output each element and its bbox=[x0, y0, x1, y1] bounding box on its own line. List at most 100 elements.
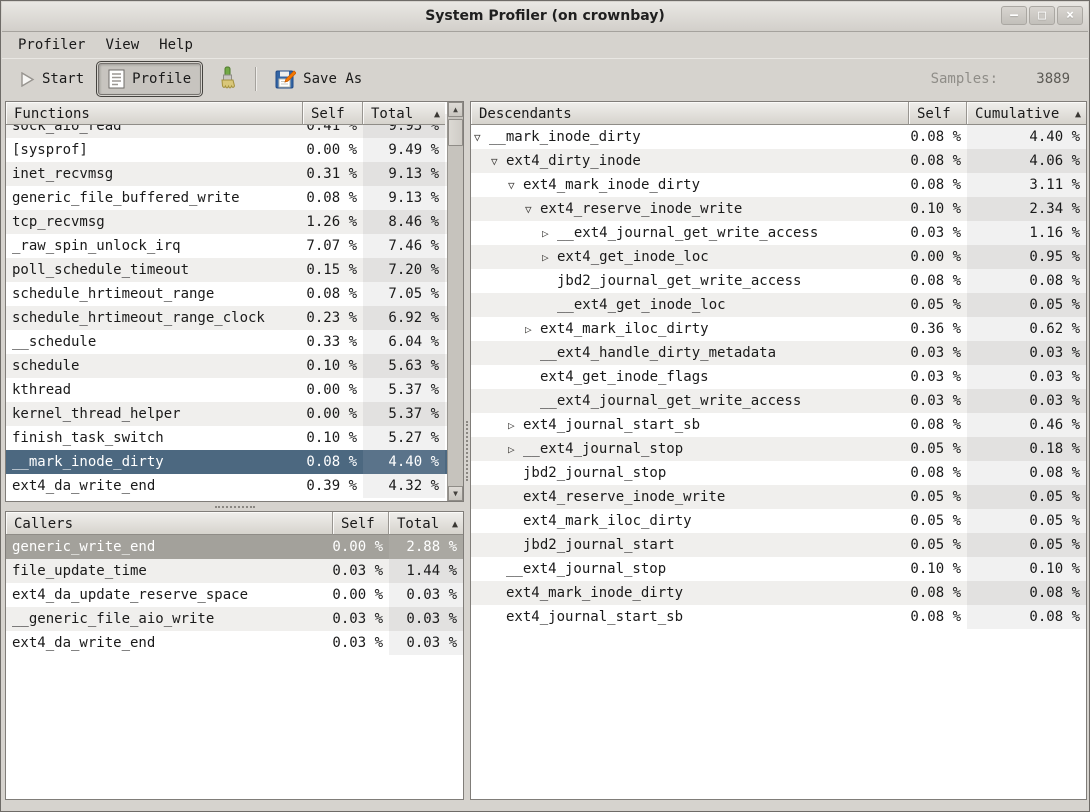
table-row[interactable]: ext4_get_inode_flags0.03 %0.03 % bbox=[471, 365, 1086, 389]
save-as-button[interactable]: Save As bbox=[267, 65, 370, 94]
table-row[interactable]: ext4_da_update_reserve_space0.00 %0.03 % bbox=[6, 583, 463, 607]
function-name: schedule_hrtimeout_range bbox=[12, 286, 214, 302]
table-row[interactable]: ▽ext4_dirty_inode0.08 %4.06 % bbox=[471, 149, 1086, 173]
table-row[interactable]: __ext4_journal_stop0.10 %0.10 % bbox=[471, 557, 1086, 581]
cell-self: 0.00 % bbox=[303, 138, 363, 162]
descendants-rows: ▽__mark_inode_dirty0.08 %4.40 %▽ext4_dir… bbox=[471, 125, 1086, 629]
table-row[interactable]: ▷__ext4_journal_get_write_access0.03 %1.… bbox=[471, 221, 1086, 245]
table-row[interactable]: ext4_da_write_end0.39 %4.32 % bbox=[6, 474, 447, 498]
cell-self: 0.08 % bbox=[303, 186, 363, 210]
table-row[interactable]: kernel_thread_helper0.00 %5.37 % bbox=[6, 402, 447, 426]
table-row[interactable]: __mark_inode_dirty0.08 %4.40 % bbox=[6, 450, 447, 474]
scrollbar-thumb[interactable] bbox=[448, 119, 463, 146]
menu-view[interactable]: View bbox=[95, 34, 149, 56]
cell-self: 7.07 % bbox=[303, 234, 363, 258]
cell-self: 0.00 % bbox=[303, 402, 363, 426]
table-row[interactable]: inet_recvmsg0.31 %9.13 % bbox=[6, 162, 447, 186]
maximize-button[interactable]: □ bbox=[1029, 6, 1055, 25]
cell-self: 0.08 % bbox=[909, 461, 967, 485]
table-row[interactable]: [sysprof]0.00 %9.49 % bbox=[6, 138, 447, 162]
profile-toggle-button[interactable]: Profile bbox=[98, 63, 201, 95]
table-row[interactable]: tcp_recvmsg1.26 %8.46 % bbox=[6, 210, 447, 234]
function-name: generic_file_buffered_write bbox=[12, 190, 240, 206]
table-row[interactable]: ext4_mark_inode_dirty0.08 %0.08 % bbox=[471, 581, 1086, 605]
expander-collapsed-icon[interactable]: ▷ bbox=[508, 443, 523, 456]
cell-total: 6.92 % bbox=[363, 306, 445, 330]
table-row[interactable]: ▽__mark_inode_dirty0.08 %4.40 % bbox=[471, 125, 1086, 149]
cell-self: 0.00 % bbox=[303, 378, 363, 402]
function-name: __ext4_journal_get_write_access bbox=[540, 393, 801, 409]
column-header-total[interactable]: Total▲ bbox=[363, 102, 445, 125]
cell-cumulative: 0.05 % bbox=[967, 533, 1086, 557]
expander-collapsed-icon[interactable]: ▷ bbox=[542, 227, 557, 240]
table-row[interactable]: jbd2_journal_start0.05 %0.05 % bbox=[471, 533, 1086, 557]
cell-self: 0.15 % bbox=[303, 258, 363, 282]
start-label: Start bbox=[42, 71, 84, 87]
menu-help[interactable]: Help bbox=[149, 34, 203, 56]
app-window: System Profiler (on crownbay) – □ × Prof… bbox=[0, 0, 1090, 812]
table-row[interactable]: schedule0.10 %5.63 % bbox=[6, 354, 447, 378]
table-row[interactable]: ext4_mark_iloc_dirty0.05 %0.05 % bbox=[471, 509, 1086, 533]
column-header-cumulative[interactable]: Cumulative▲ bbox=[967, 102, 1086, 125]
table-row[interactable]: jbd2_journal_stop0.08 %0.08 % bbox=[471, 461, 1086, 485]
table-row[interactable]: ext4_journal_start_sb0.08 %0.08 % bbox=[471, 605, 1086, 629]
cell-cumulative: 4.40 % bbox=[967, 125, 1086, 149]
scroll-down-icon[interactable]: ▼ bbox=[448, 486, 463, 501]
column-header-label: Callers bbox=[14, 516, 73, 532]
table-row[interactable]: schedule_hrtimeout_range0.08 %7.05 % bbox=[6, 282, 447, 306]
column-header-callers[interactable]: Callers bbox=[6, 512, 333, 535]
expander-collapsed-icon[interactable]: ▷ bbox=[542, 251, 557, 264]
table-row[interactable]: finish_task_switch0.10 %5.27 % bbox=[6, 426, 447, 450]
column-header-descendants[interactable]: Descendants bbox=[471, 102, 909, 125]
table-row[interactable]: ext4_da_write_end0.03 %0.03 % bbox=[6, 631, 463, 655]
titlebar[interactable]: System Profiler (on crownbay) – □ × bbox=[2, 2, 1088, 32]
table-row[interactable]: __schedule0.33 %6.04 % bbox=[6, 330, 447, 354]
start-button[interactable]: Start bbox=[12, 67, 92, 91]
expander-expanded-icon[interactable]: ▽ bbox=[508, 179, 523, 192]
table-row[interactable]: schedule_hrtimeout_range_clock0.23 %6.92… bbox=[6, 306, 447, 330]
table-row[interactable]: ▽ext4_mark_inode_dirty0.08 %3.11 % bbox=[471, 173, 1086, 197]
cell-self: 0.23 % bbox=[303, 306, 363, 330]
column-header-functions[interactable]: Functions bbox=[6, 102, 303, 125]
table-row[interactable]: _raw_spin_unlock_irq7.07 %7.46 % bbox=[6, 234, 447, 258]
table-row[interactable]: ▷__ext4_journal_stop0.05 %0.18 % bbox=[471, 437, 1086, 461]
expander-expanded-icon[interactable]: ▽ bbox=[474, 131, 489, 144]
table-row[interactable]: ▷ext4_get_inode_loc0.00 %0.95 % bbox=[471, 245, 1086, 269]
expander-collapsed-icon[interactable]: ▷ bbox=[508, 419, 523, 432]
table-row[interactable]: kthread0.00 %5.37 % bbox=[6, 378, 447, 402]
scroll-up-icon[interactable]: ▲ bbox=[448, 102, 463, 117]
menu-profiler[interactable]: Profiler bbox=[8, 34, 95, 56]
expander-expanded-icon[interactable]: ▽ bbox=[491, 155, 506, 168]
table-row[interactable]: ext4_reserve_inode_write0.05 %0.05 % bbox=[471, 485, 1086, 509]
table-row[interactable]: __generic_file_aio_write0.03 %0.03 % bbox=[6, 607, 463, 631]
table-row[interactable]: file_update_time0.03 %1.44 % bbox=[6, 559, 463, 583]
samples-label: Samples: bbox=[931, 71, 998, 87]
column-header-self[interactable]: Self bbox=[909, 102, 967, 125]
table-row[interactable]: ▷ext4_mark_iloc_dirty0.36 %0.62 % bbox=[471, 317, 1086, 341]
function-name: ext4_journal_start_sb bbox=[506, 609, 683, 625]
column-header-self[interactable]: Self bbox=[333, 512, 389, 535]
expander-expanded-icon[interactable]: ▽ bbox=[525, 203, 540, 216]
cell-self: 0.08 % bbox=[909, 413, 967, 437]
horizontal-splitter[interactable] bbox=[5, 502, 464, 511]
functions-scrollbar[interactable]: ▲ ▼ bbox=[447, 102, 463, 501]
cell-cumulative: 0.03 % bbox=[967, 365, 1086, 389]
cell-self: 0.08 % bbox=[909, 269, 967, 293]
descendants-panel: Descendants Self Cumulative▲ ▽__mark_ino… bbox=[470, 101, 1087, 800]
table-row[interactable]: __ext4_handle_dirty_metadata0.03 %0.03 % bbox=[471, 341, 1086, 365]
table-row[interactable]: __ext4_journal_get_write_access0.03 %0.0… bbox=[471, 389, 1086, 413]
table-row[interactable]: generic_file_buffered_write0.08 %9.13 % bbox=[6, 186, 447, 210]
column-header-total[interactable]: Total▲ bbox=[389, 512, 463, 535]
close-button[interactable]: × bbox=[1057, 6, 1083, 25]
minimize-button[interactable]: – bbox=[1001, 6, 1027, 25]
table-row[interactable]: jbd2_journal_get_write_access0.08 %0.08 … bbox=[471, 269, 1086, 293]
function-name: ext4_reserve_inode_write bbox=[540, 201, 742, 217]
table-row[interactable]: ▷ext4_journal_start_sb0.08 %0.46 % bbox=[471, 413, 1086, 437]
table-row[interactable]: poll_schedule_timeout0.15 %7.20 % bbox=[6, 258, 447, 282]
expander-collapsed-icon[interactable]: ▷ bbox=[525, 323, 540, 336]
table-row[interactable]: generic_write_end0.00 %2.88 % bbox=[6, 535, 463, 559]
table-row[interactable]: __ext4_get_inode_loc0.05 %0.05 % bbox=[471, 293, 1086, 317]
reset-button[interactable] bbox=[209, 62, 245, 96]
table-row[interactable]: ▽ext4_reserve_inode_write0.10 %2.34 % bbox=[471, 197, 1086, 221]
column-header-self[interactable]: Self bbox=[303, 102, 363, 125]
